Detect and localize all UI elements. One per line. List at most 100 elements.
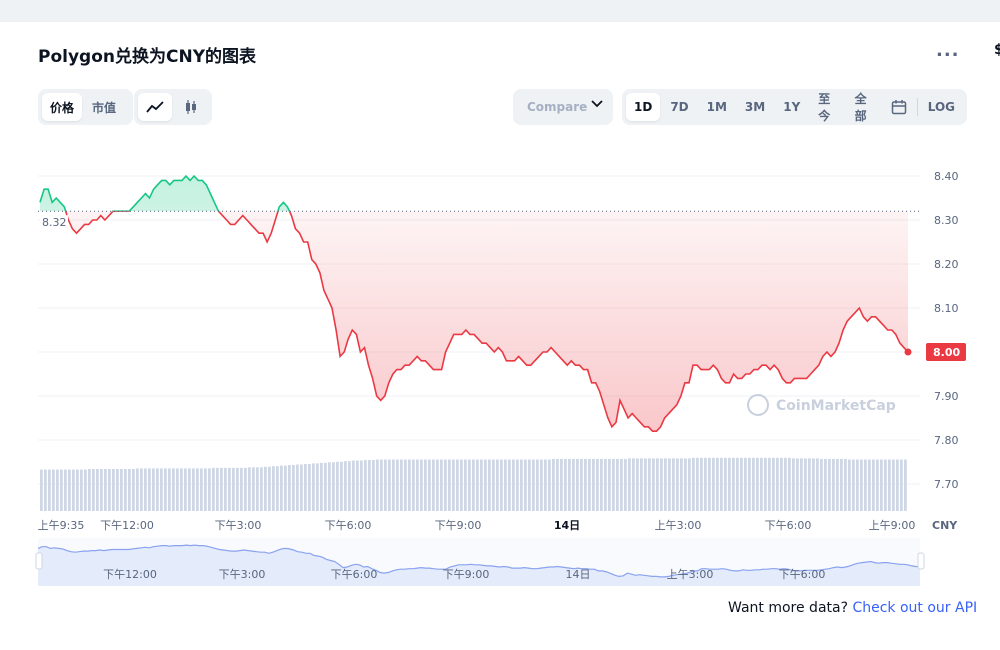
volume-bar bbox=[564, 458, 567, 511]
volume-bar bbox=[352, 460, 355, 511]
volume-bar bbox=[48, 469, 51, 511]
volume-bar bbox=[672, 458, 675, 511]
x-axis: 上午9:35 下午12:00 下午3:00 下午6:00 下午9:00 14日 上午3:00… bbox=[38, 519, 959, 532]
navigator-tick-label: 下午6:00 bbox=[331, 568, 378, 581]
volume-bar bbox=[640, 458, 643, 511]
volume-bar bbox=[196, 468, 199, 511]
volume-bar bbox=[248, 467, 251, 511]
price-chart[interactable]: 8.32 8.408.308.208.108.007.907.807.708.0… bbox=[0, 0, 1000, 650]
volume-bar bbox=[108, 469, 111, 511]
navigator-tick-label: 14日 bbox=[566, 568, 591, 581]
volume-bar bbox=[400, 459, 403, 511]
volume-bar bbox=[236, 467, 239, 511]
volume-bar bbox=[76, 469, 79, 511]
y-tick-label: 7.80 bbox=[934, 434, 959, 447]
volume-bar bbox=[212, 467, 215, 511]
volume-bar bbox=[112, 469, 115, 511]
watermark-logo-icon bbox=[747, 394, 769, 416]
reference-label: 8.32 bbox=[42, 216, 67, 229]
volume-bar bbox=[192, 468, 195, 511]
y-axis: 8.408.308.208.108.007.907.807.708.00 bbox=[926, 170, 966, 491]
volume-bar bbox=[636, 458, 639, 511]
volume-bar bbox=[744, 457, 747, 511]
volume-bar bbox=[568, 458, 571, 511]
volume-bar bbox=[624, 458, 627, 511]
volume-bar bbox=[320, 462, 323, 511]
volume-bar bbox=[588, 458, 591, 511]
volume-bar bbox=[432, 459, 435, 511]
volume-bar bbox=[720, 457, 723, 511]
volume-bar bbox=[652, 458, 655, 511]
x-tick-label: 上午9:35 bbox=[38, 519, 85, 532]
volume-bar bbox=[312, 463, 315, 511]
volume-bar bbox=[752, 457, 755, 511]
volume-bar bbox=[780, 457, 783, 511]
volume-bar bbox=[40, 469, 43, 511]
volume-bar bbox=[104, 469, 107, 511]
volume-bar bbox=[244, 467, 247, 511]
volume-bar bbox=[172, 468, 175, 511]
volume-bar bbox=[796, 458, 799, 511]
volume-bar bbox=[360, 460, 363, 511]
volume-bar bbox=[616, 458, 619, 511]
volume-bar bbox=[176, 468, 179, 511]
volume-bar bbox=[376, 459, 379, 511]
volume-bar bbox=[724, 457, 727, 511]
volume-bar bbox=[180, 468, 183, 511]
volume-bar bbox=[524, 459, 527, 511]
volume-bar bbox=[332, 462, 335, 511]
y-tick-label: 7.70 bbox=[934, 478, 959, 491]
volume-bar bbox=[824, 458, 827, 511]
volume-bar bbox=[676, 458, 679, 511]
volume-bar bbox=[608, 458, 611, 511]
volume-bar bbox=[532, 459, 535, 511]
volume-bar bbox=[368, 460, 371, 511]
volume-bar bbox=[96, 469, 99, 511]
volume-bar bbox=[448, 459, 451, 511]
volume-bar bbox=[480, 459, 483, 511]
volume-bar bbox=[504, 459, 507, 511]
volume-bar bbox=[684, 458, 687, 511]
volume-bar bbox=[220, 467, 223, 511]
y-tick-label: 7.90 bbox=[934, 390, 959, 403]
volume-bar bbox=[336, 461, 339, 511]
volume-bar bbox=[604, 458, 607, 511]
volume-bar bbox=[704, 457, 707, 511]
volume-bar bbox=[152, 468, 155, 511]
volume-bar bbox=[668, 458, 671, 511]
volume-bar bbox=[64, 469, 67, 511]
navigator-tick-label: 下午3:00 bbox=[219, 568, 266, 581]
volume-bar bbox=[584, 458, 587, 511]
volume-bar bbox=[132, 469, 135, 511]
volume-bar bbox=[768, 457, 771, 511]
volume-bar bbox=[552, 458, 555, 511]
volume-bar bbox=[208, 468, 211, 511]
volume-bar bbox=[788, 457, 791, 511]
volume-bar bbox=[380, 459, 383, 511]
volume-bar bbox=[492, 459, 495, 511]
volume-bar bbox=[876, 459, 879, 511]
volume-bar bbox=[812, 458, 815, 511]
x-tick-label: 下午6:00 bbox=[765, 519, 812, 532]
volume-bar bbox=[472, 459, 475, 511]
volume-bar bbox=[868, 459, 871, 511]
volume-bar bbox=[80, 469, 83, 511]
volume-bar bbox=[832, 458, 835, 511]
volume-bar bbox=[428, 459, 431, 511]
volume-bar bbox=[296, 464, 299, 511]
volume-bar bbox=[280, 465, 283, 511]
y-tick-label: 8.10 bbox=[934, 302, 959, 315]
x-tick-label: 14日 bbox=[554, 519, 580, 532]
volume-bar bbox=[656, 458, 659, 511]
volume-bar bbox=[664, 458, 667, 511]
volume-bar bbox=[384, 459, 387, 511]
volume-bar bbox=[216, 467, 219, 511]
volume-bar bbox=[476, 459, 479, 511]
volume-bar bbox=[148, 468, 151, 511]
range-navigator[interactable]: 下午12:00 下午3:00 下午6:00 下午9:00 14日 上午3:00 下午6:00 bbox=[35, 538, 925, 586]
x-tick-label: 下午3:00 bbox=[215, 519, 262, 532]
volume-bar bbox=[708, 457, 711, 511]
volume-bar bbox=[736, 457, 739, 511]
volume-bar bbox=[100, 469, 103, 511]
volume-bar bbox=[820, 458, 823, 511]
